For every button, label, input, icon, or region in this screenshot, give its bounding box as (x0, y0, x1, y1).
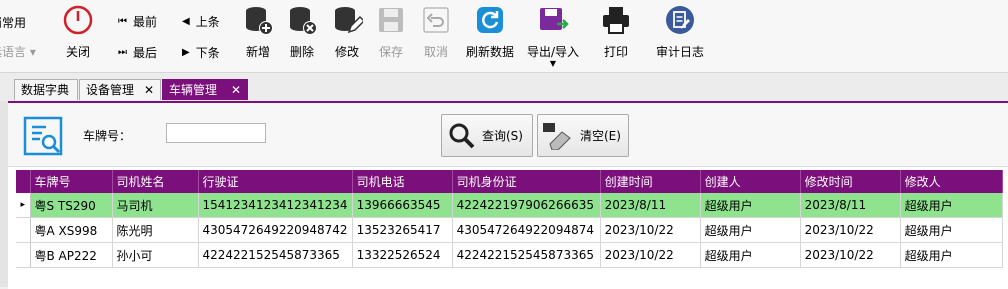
cell[interactable]: 13523265417 (352, 217, 453, 243)
next-record-button[interactable]: ▶ 下条 (182, 44, 220, 61)
cell[interactable]: 2023/10/22 (600, 242, 701, 268)
save-button[interactable]: 保存 (373, 4, 409, 60)
cell[interactable]: 430547264922094874 (452, 217, 601, 243)
search-area: 车牌号： 查询(S) 清空(E) (8, 103, 1008, 167)
table-header-row: 车牌号 司机姓名 行驶证 司机电话 司机身份证 创建时间 创建人 修改时间 修改… (16, 170, 1003, 193)
cell[interactable]: 2023/8/11 (800, 193, 901, 218)
undo-icon (423, 7, 449, 33)
print-button[interactable]: 打印 (598, 4, 634, 60)
vehicle-management-panel: 车牌号： 查询(S) 清空(E) 车牌号 司机姓名 行驶证 司机电话 司机身份证… (8, 101, 1008, 289)
table-row[interactable]: 粤B AP222 孙小可 422422152545873365 13322526… (16, 242, 1003, 268)
table-row[interactable]: 粤A XS998 陈光明 4305472649220948742 1352326… (16, 217, 1003, 243)
current-row-indicator-icon: ▸ (16, 193, 31, 218)
cell[interactable]: 422422152545873365 (452, 242, 601, 268)
clear-button[interactable]: 清空(E) (537, 114, 629, 157)
audit-log-icon (666, 6, 694, 34)
column-header-modified-time[interactable]: 修改时间 (800, 170, 901, 193)
column-header-plate[interactable]: 车牌号 (30, 170, 113, 193)
cell[interactable]: 粤A XS998 (30, 217, 113, 243)
cell[interactable]: 4305472649220948742 (198, 217, 353, 243)
dropdown-arrow-icon: ▼ (549, 59, 557, 68)
delete-button[interactable]: 删除 (284, 4, 320, 60)
export-import-button[interactable]: 导出/导入 ▼ (524, 4, 582, 68)
toolbar: 消常用 选语言 ▾ 关闭 ⏮最前 ⏭最后 ◀上条 ▶下条 新增 删除 修改 保存… (0, 0, 1008, 73)
cell[interactable]: 2023/10/22 (600, 217, 701, 243)
cell[interactable]: 马司机 (112, 193, 199, 218)
column-header-creator[interactable]: 创建人 (700, 170, 801, 193)
cancel-button[interactable]: 取消 (418, 4, 454, 60)
vehicle-table: 车牌号 司机姓名 行驶证 司机电话 司机身份证 创建时间 创建人 修改时间 修改… (16, 170, 1008, 268)
export-icon (540, 8, 569, 30)
cell[interactable]: 超级用户 (900, 193, 1003, 218)
tab-device-management[interactable]: 设备管理 ✕ (79, 79, 161, 100)
query-button[interactable]: 查询(S) (441, 114, 533, 157)
previous-icon: ◀ (182, 16, 190, 27)
cell[interactable]: 1541234123412341234 (198, 193, 353, 218)
left-edge (0, 73, 8, 287)
cell[interactable]: 超级用户 (900, 242, 1003, 268)
common-menu[interactable]: 消常用 (0, 14, 50, 31)
cell[interactable]: 422422152545873365 (198, 242, 353, 268)
cell[interactable]: 13966663545 (352, 193, 453, 218)
tab-vehicle-management[interactable]: 车辆管理 ✕ (162, 79, 248, 100)
table-row[interactable]: ▸ 粤S TS290 马司机 1541234123412341234 13966… (16, 193, 1003, 218)
row-indicator-cell (16, 242, 31, 268)
row-indicator-cell (16, 217, 31, 243)
refresh-button[interactable]: 刷新数据 (464, 4, 516, 60)
cell[interactable]: 2023/10/22 (800, 242, 901, 268)
column-header-phone[interactable]: 司机电话 (352, 170, 453, 193)
column-header-driver-name[interactable]: 司机姓名 (112, 170, 199, 193)
cell[interactable]: 超级用户 (700, 193, 801, 218)
tab-data-dictionary[interactable]: 数据字典 (14, 79, 78, 100)
column-header-created-time[interactable]: 创建时间 (600, 170, 701, 193)
power-icon (63, 5, 93, 35)
audit-log-button[interactable]: 审计日志 (652, 4, 708, 60)
plate-label: 车牌号： (83, 129, 132, 143)
database-edit-icon (335, 7, 366, 34)
printer-icon (603, 7, 629, 34)
first-icon: ⏮ (118, 16, 127, 27)
cell[interactable]: 2023/8/11 (600, 193, 701, 218)
column-header-modifier[interactable]: 修改人 (900, 170, 1003, 193)
first-record-button[interactable]: ⏮ 最前 (118, 13, 157, 30)
cell[interactable]: 粤B AP222 (30, 242, 113, 268)
close-tab-icon[interactable]: ✕ (144, 80, 154, 101)
column-header-license[interactable]: 行驶证 (198, 170, 353, 193)
language-menu[interactable]: 选语言 ▾ (0, 43, 50, 60)
search-document-icon (23, 116, 63, 156)
add-button[interactable]: 新增 (240, 4, 276, 60)
close-button[interactable]: 关闭 (58, 4, 98, 60)
database-delete-icon (290, 7, 317, 35)
cell[interactable]: 13322526524 (352, 242, 453, 268)
cell[interactable]: 超级用户 (700, 242, 801, 268)
column-header-id-card[interactable]: 司机身份证 (452, 170, 601, 193)
cell[interactable]: 超级用户 (900, 217, 1003, 243)
database-add-icon (246, 7, 273, 35)
header-indicator-cell (16, 170, 31, 193)
eraser-icon (543, 122, 571, 150)
close-tab-icon[interactable]: ✕ (231, 80, 241, 101)
cell[interactable]: 孙小可 (112, 242, 199, 268)
refresh-icon (477, 7, 503, 33)
cell[interactable]: 超级用户 (700, 217, 801, 243)
floppy-disk-icon (379, 8, 403, 32)
cell[interactable]: 422422197906266635 (452, 193, 601, 218)
tab-bar: 数据字典 设备管理 ✕ 车辆管理 ✕ (0, 73, 1008, 101)
previous-record-button[interactable]: ◀ 上条 (182, 13, 220, 30)
cell[interactable]: 2023/10/22 (800, 217, 901, 243)
last-record-button[interactable]: ⏭ 最后 (118, 44, 157, 61)
cell[interactable]: 粤S TS290 (30, 193, 113, 218)
next-icon: ▶ (182, 47, 190, 58)
edit-button[interactable]: 修改 (329, 4, 366, 60)
cell[interactable]: 陈光明 (112, 217, 199, 243)
last-icon: ⏭ (118, 47, 127, 58)
magnifier-icon (449, 123, 475, 148)
plate-input[interactable] (166, 123, 266, 143)
